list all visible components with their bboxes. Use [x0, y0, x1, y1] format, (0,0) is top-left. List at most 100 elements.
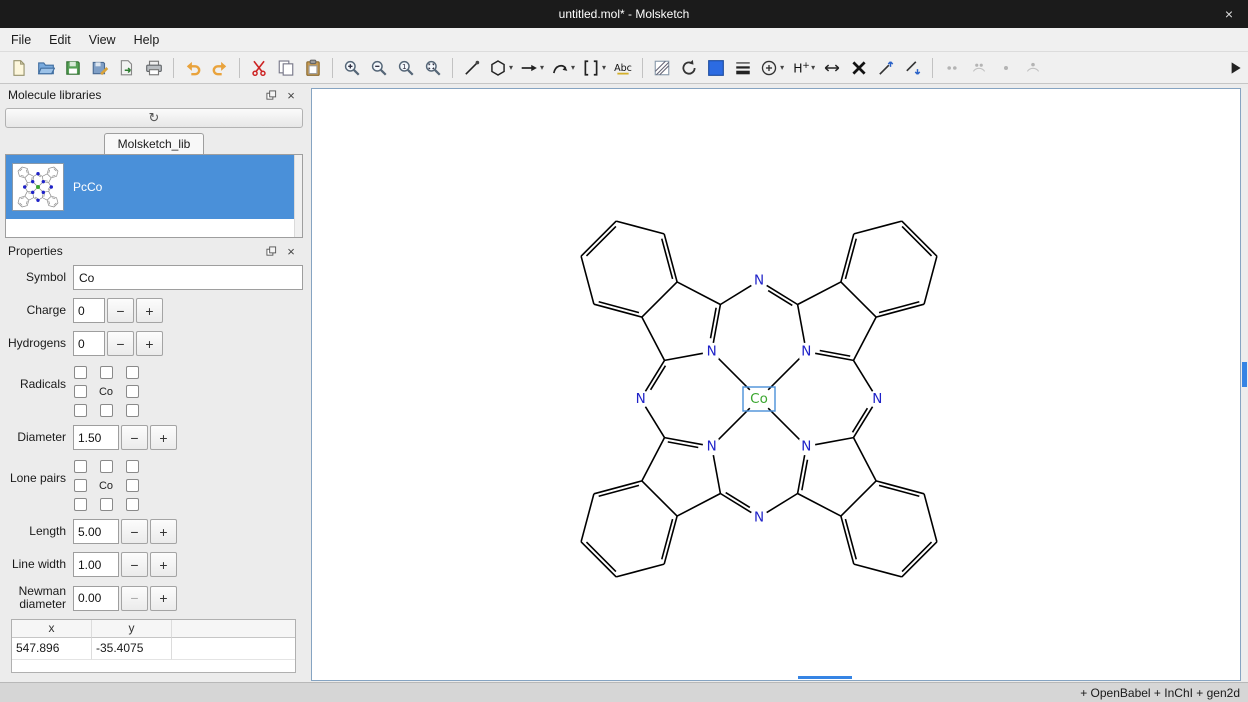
rotate-button[interactable]	[676, 55, 702, 81]
charge-dropdown-arrow[interactable]: ▾	[780, 63, 784, 72]
line-width-increment-button[interactable]: +	[150, 552, 177, 577]
properties-float-button[interactable]	[264, 244, 278, 258]
coord-header-y[interactable]: y	[92, 620, 172, 638]
mechanism-arrow-button[interactable]: ▾	[548, 55, 578, 81]
charge-input[interactable]	[73, 298, 105, 323]
charge-decrement-button[interactable]: −	[107, 298, 134, 323]
length-input[interactable]	[73, 519, 119, 544]
hydrogens-dropdown-arrow[interactable]: ▾	[811, 63, 815, 72]
canvas-horizontal-scroll-thumb[interactable]	[798, 676, 852, 679]
atom-label-n[interactable]: N	[754, 273, 764, 289]
newman-diameter-input[interactable]	[73, 586, 119, 611]
print-button[interactable]	[141, 55, 167, 81]
reaction-arrow-dropdown-arrow[interactable]: ▾	[540, 63, 544, 72]
export-button[interactable]	[114, 55, 140, 81]
canvas-vertical-scroll-thumb[interactable]	[1242, 362, 1247, 387]
hydrogens-button[interactable]: ▾	[788, 55, 818, 81]
save-as-button[interactable]	[87, 55, 113, 81]
zoom-in-button[interactable]	[339, 55, 365, 81]
hydrogens-decrement-button[interactable]: −	[107, 331, 134, 356]
lone-pairs-checkbox-5[interactable]	[126, 479, 139, 492]
hash-bond-button[interactable]	[649, 55, 675, 81]
window-close-button[interactable]: ×	[1220, 5, 1238, 23]
diameter-decrement-button[interactable]: −	[121, 425, 148, 450]
atom-label-n[interactable]: N	[707, 438, 717, 454]
wedge-pen-button[interactable]	[873, 55, 899, 81]
charge-increment-button[interactable]: +	[136, 298, 163, 323]
draw-button[interactable]	[459, 55, 485, 81]
hydrogens-increment-button[interactable]: +	[136, 331, 163, 356]
radicals-checkbox-1[interactable]	[74, 366, 87, 379]
delete-button[interactable]	[846, 55, 872, 81]
properties-close-button[interactable]: ×	[284, 244, 298, 258]
atom-label-n[interactable]: N	[636, 391, 646, 407]
symbol-input[interactable]	[73, 265, 303, 290]
lone-pairs-checkbox-4[interactable]	[74, 479, 87, 492]
library-tab-molsketch-lib[interactable]: Molsketch_lib	[104, 133, 205, 154]
copy-button[interactable]	[273, 55, 299, 81]
diameter-increment-button[interactable]: +	[150, 425, 177, 450]
bracket-dropdown-arrow[interactable]: ▾	[602, 63, 606, 72]
coord-cell-y[interactable]: -35.4075	[92, 638, 172, 660]
properties-panel-header[interactable]: Properties ×	[2, 242, 306, 260]
reaction-arrow-button[interactable]: ▾	[517, 55, 547, 81]
radicals-checkbox-8[interactable]	[126, 404, 139, 417]
line-width-input[interactable]	[73, 552, 119, 577]
lone-pairs-checkbox-6[interactable]	[74, 498, 87, 511]
zoom-fit-button[interactable]	[420, 55, 446, 81]
menu-help[interactable]: Help	[125, 29, 169, 51]
hash-pen-button[interactable]	[900, 55, 926, 81]
open-button[interactable]	[33, 55, 59, 81]
atom-label-n[interactable]: N	[801, 344, 811, 360]
zoom-original-button[interactable]	[393, 55, 419, 81]
new-button[interactable]	[6, 55, 32, 81]
radicals-checkbox-7[interactable]	[100, 404, 113, 417]
paste-button[interactable]	[300, 55, 326, 81]
ring-button[interactable]: ▾	[486, 55, 516, 81]
length-increment-button[interactable]: +	[150, 519, 177, 544]
atom-label-n[interactable]: N	[754, 509, 764, 525]
window-titlebar[interactable]: untitled.mol* - Molsketch ×	[0, 0, 1248, 28]
menu-edit[interactable]: Edit	[40, 29, 80, 51]
atom-label-co[interactable]: Co	[750, 391, 768, 407]
radicals-checkbox-5[interactable]	[126, 385, 139, 398]
lone-pairs-checkbox-3[interactable]	[126, 460, 139, 473]
color-button[interactable]	[703, 55, 729, 81]
lone-pairs-checkbox-1[interactable]	[74, 460, 87, 473]
lone-pairs-checkbox-7[interactable]	[100, 498, 113, 511]
library-float-button[interactable]	[264, 88, 278, 102]
menu-view[interactable]: View	[80, 29, 125, 51]
redo-button[interactable]	[207, 55, 233, 81]
line-width-decrement-button[interactable]: −	[121, 552, 148, 577]
flip-horizontal-button[interactable]	[819, 55, 845, 81]
line-width-button[interactable]	[730, 55, 756, 81]
atom-label-n[interactable]: N	[801, 438, 811, 454]
atom-label-n[interactable]: N	[707, 344, 717, 360]
newman-diameter-increment-button[interactable]: +	[150, 586, 177, 611]
bracket-button[interactable]: ▾	[579, 55, 609, 81]
library-scrollbar[interactable]	[294, 155, 302, 237]
radicals-checkbox-4[interactable]	[74, 385, 87, 398]
molecule-svg[interactable]: Co N N N N N N N N	[312, 89, 1240, 680]
cut-button[interactable]	[246, 55, 272, 81]
zoom-out-button[interactable]	[366, 55, 392, 81]
lone-pairs-checkbox-2[interactable]	[100, 460, 113, 473]
mechanism-arrow-dropdown-arrow[interactable]: ▾	[571, 63, 575, 72]
library-refresh-button[interactable]: ↻	[5, 108, 303, 128]
ring-dropdown-arrow[interactable]: ▾	[509, 63, 513, 72]
length-decrement-button[interactable]: −	[121, 519, 148, 544]
radicals-checkbox-6[interactable]	[74, 404, 87, 417]
hydrogens-input[interactable]	[73, 331, 105, 356]
library-panel-header[interactable]: Molecule libraries ×	[2, 86, 306, 104]
coord-cell-x[interactable]: 547.896	[12, 638, 92, 660]
atom-label-n[interactable]: N	[872, 391, 882, 407]
radicals-checkbox-3[interactable]	[126, 366, 139, 379]
text-button[interactable]	[610, 55, 636, 81]
menu-file[interactable]: File	[2, 29, 40, 51]
diameter-input[interactable]	[73, 425, 119, 450]
charge-button[interactable]: ▾	[757, 55, 787, 81]
radicals-checkbox-2[interactable]	[100, 366, 113, 379]
coord-header-x[interactable]: x	[12, 620, 92, 638]
library-close-button[interactable]: ×	[284, 88, 298, 102]
undo-button[interactable]	[180, 55, 206, 81]
